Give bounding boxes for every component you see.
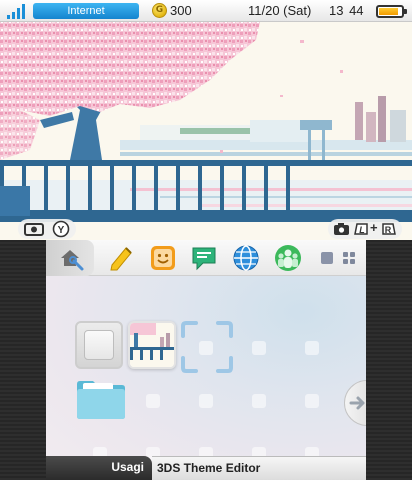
internet-browser-icon: [233, 245, 259, 271]
l-button-icon: L: [354, 223, 368, 235]
app-publisher-name: Usagi: [111, 460, 144, 474]
wifi-signal-icon: [7, 4, 25, 19]
home-menu-grid: [46, 276, 366, 461]
y-button-icon: Y: [52, 220, 70, 238]
empty-slot-marker: [305, 341, 319, 355]
empty-slot-marker: [252, 341, 266, 355]
friend-list-button[interactable]: [273, 243, 303, 273]
empty-slot-marker: [252, 394, 266, 408]
date-display: 11/20 (Sat): [248, 3, 312, 18]
l-button-label: L: [359, 225, 365, 235]
camera-icon: [334, 223, 349, 235]
grid-layout-icon: [343, 252, 355, 264]
status-bar: Internet G 300 11/20 (Sat) 13 44: [0, 0, 412, 22]
battery-level-fill: [379, 8, 399, 15]
r-button-label: R: [385, 225, 392, 235]
game-notes-button[interactable]: [106, 243, 136, 273]
empty-slot-icon: [84, 330, 114, 360]
bottom-screen: Usagi 3DS Theme Editor: [46, 240, 366, 480]
app-title: 3DS Theme Editor: [157, 461, 261, 475]
coin-icon: G: [152, 3, 167, 18]
miiverse-icon: [151, 246, 175, 270]
home-settings-icon: [61, 250, 84, 271]
empty-slot-marker: [305, 394, 319, 408]
camera-icon: [24, 223, 44, 236]
clock-display: 13 44: [329, 3, 364, 18]
view-toggle-button[interactable]: [318, 243, 336, 273]
home-settings-button[interactable]: [56, 243, 86, 273]
empty-slot-marker: [146, 394, 160, 408]
grid-layout-button[interactable]: [340, 243, 358, 273]
screenshot-shortcut-hint: L + R: [328, 219, 402, 239]
theme-wallpaper: [0, 22, 412, 240]
folder-icon[interactable]: [75, 376, 127, 422]
3ds-home-screen: Internet G 300 11/20 (Sat) 13 44 Y L + R…: [0, 0, 412, 480]
plus-symbol: +: [370, 220, 378, 235]
play-coin-count: 300: [170, 3, 192, 18]
miiverse-button[interactable]: [148, 243, 178, 273]
app-title-bar: 3DS Theme Editor: [152, 456, 366, 480]
connection-status-badge: Internet: [33, 3, 139, 19]
y-button-label: Y: [58, 225, 65, 236]
internet-browser-button[interactable]: [231, 243, 261, 273]
empty-app-slot[interactable]: [75, 321, 123, 369]
top-screen: Internet G 300 11/20 (Sat) 13 44 Y L + R: [0, 0, 412, 240]
battery-icon: [376, 5, 407, 18]
theme-app-tile[interactable]: [128, 321, 176, 369]
theme-app-icon: [130, 323, 174, 367]
bottom-screen-bezel: Usagi 3DS Theme Editor: [0, 240, 412, 480]
notifications-icon: [192, 247, 216, 271]
app-publisher-tab: Usagi: [46, 456, 152, 480]
notifications-button[interactable]: [189, 243, 219, 273]
scroll-right-button[interactable]: [344, 380, 366, 426]
empty-slot-marker: [199, 394, 213, 408]
r-button-icon: R: [382, 223, 396, 235]
game-notes-icon: [110, 247, 132, 271]
selection-cursor: [181, 321, 233, 373]
selected-app-info-bar: Usagi 3DS Theme Editor: [46, 456, 366, 480]
home-toolbar: [46, 240, 366, 276]
friend-list-icon: [275, 245, 301, 271]
view-toggle-icon: [321, 252, 333, 264]
arrow-right-icon: [349, 396, 365, 410]
camera-shortcut-hint: Y: [18, 219, 76, 239]
